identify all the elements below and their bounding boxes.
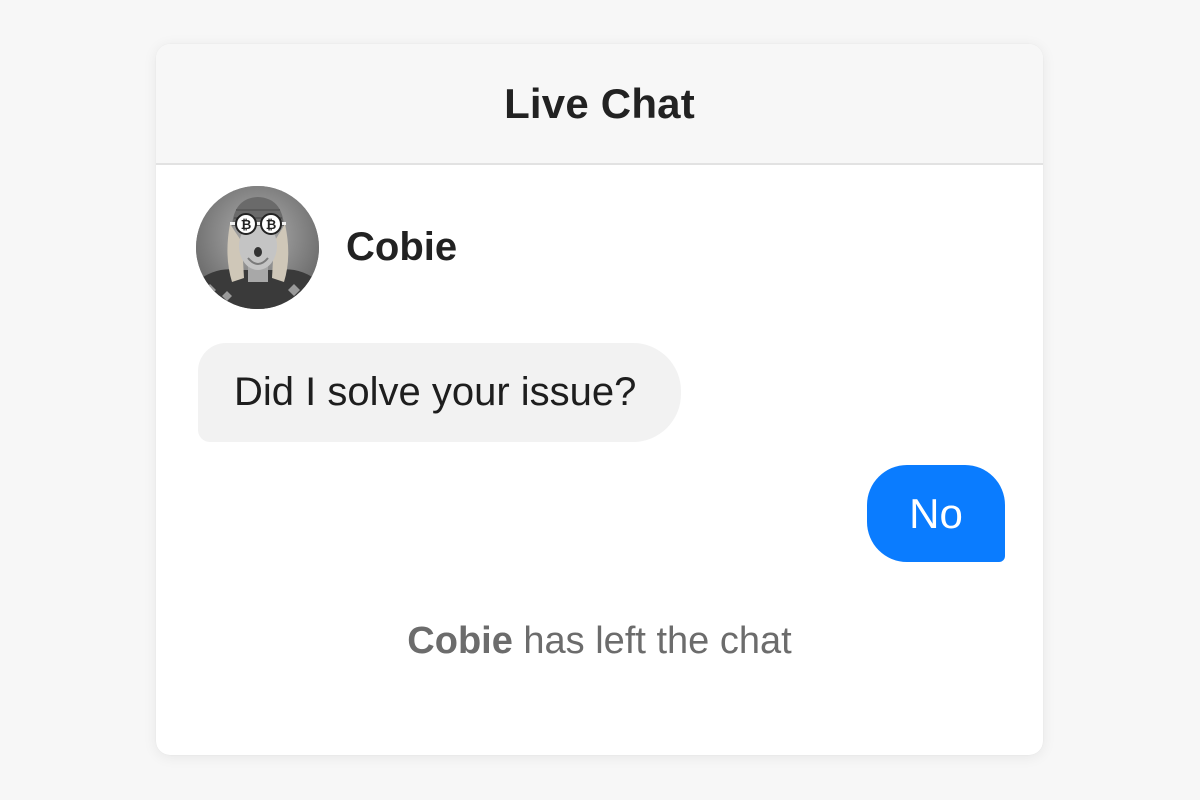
avatar-photo-icon: ₿ ₿ — [196, 186, 319, 309]
chat-window: Live Chat ₿ ₿ Cobie Did I solve your iss… — [156, 44, 1043, 755]
agent-name: Cobie — [346, 225, 458, 269]
system-message-name: Cobie — [407, 620, 513, 662]
agent-info: ₿ ₿ Cobie — [196, 186, 457, 309]
avatar[interactable]: ₿ ₿ — [196, 186, 319, 309]
outgoing-message-bubble: No — [867, 465, 1005, 562]
chat-title: Live Chat — [504, 79, 695, 127]
svg-text:₿: ₿ — [266, 218, 277, 233]
incoming-message-bubble: Did I solve your issue? — [198, 343, 682, 442]
system-message: Cobie has left the chat — [156, 620, 1043, 663]
incoming-message-text: Did I solve your issue? — [234, 370, 637, 414]
svg-text:₿: ₿ — [241, 218, 252, 233]
chat-header: Live Chat — [156, 44, 1043, 165]
outgoing-message-text: No — [909, 489, 963, 537]
system-message-text: has left the chat — [512, 620, 792, 662]
